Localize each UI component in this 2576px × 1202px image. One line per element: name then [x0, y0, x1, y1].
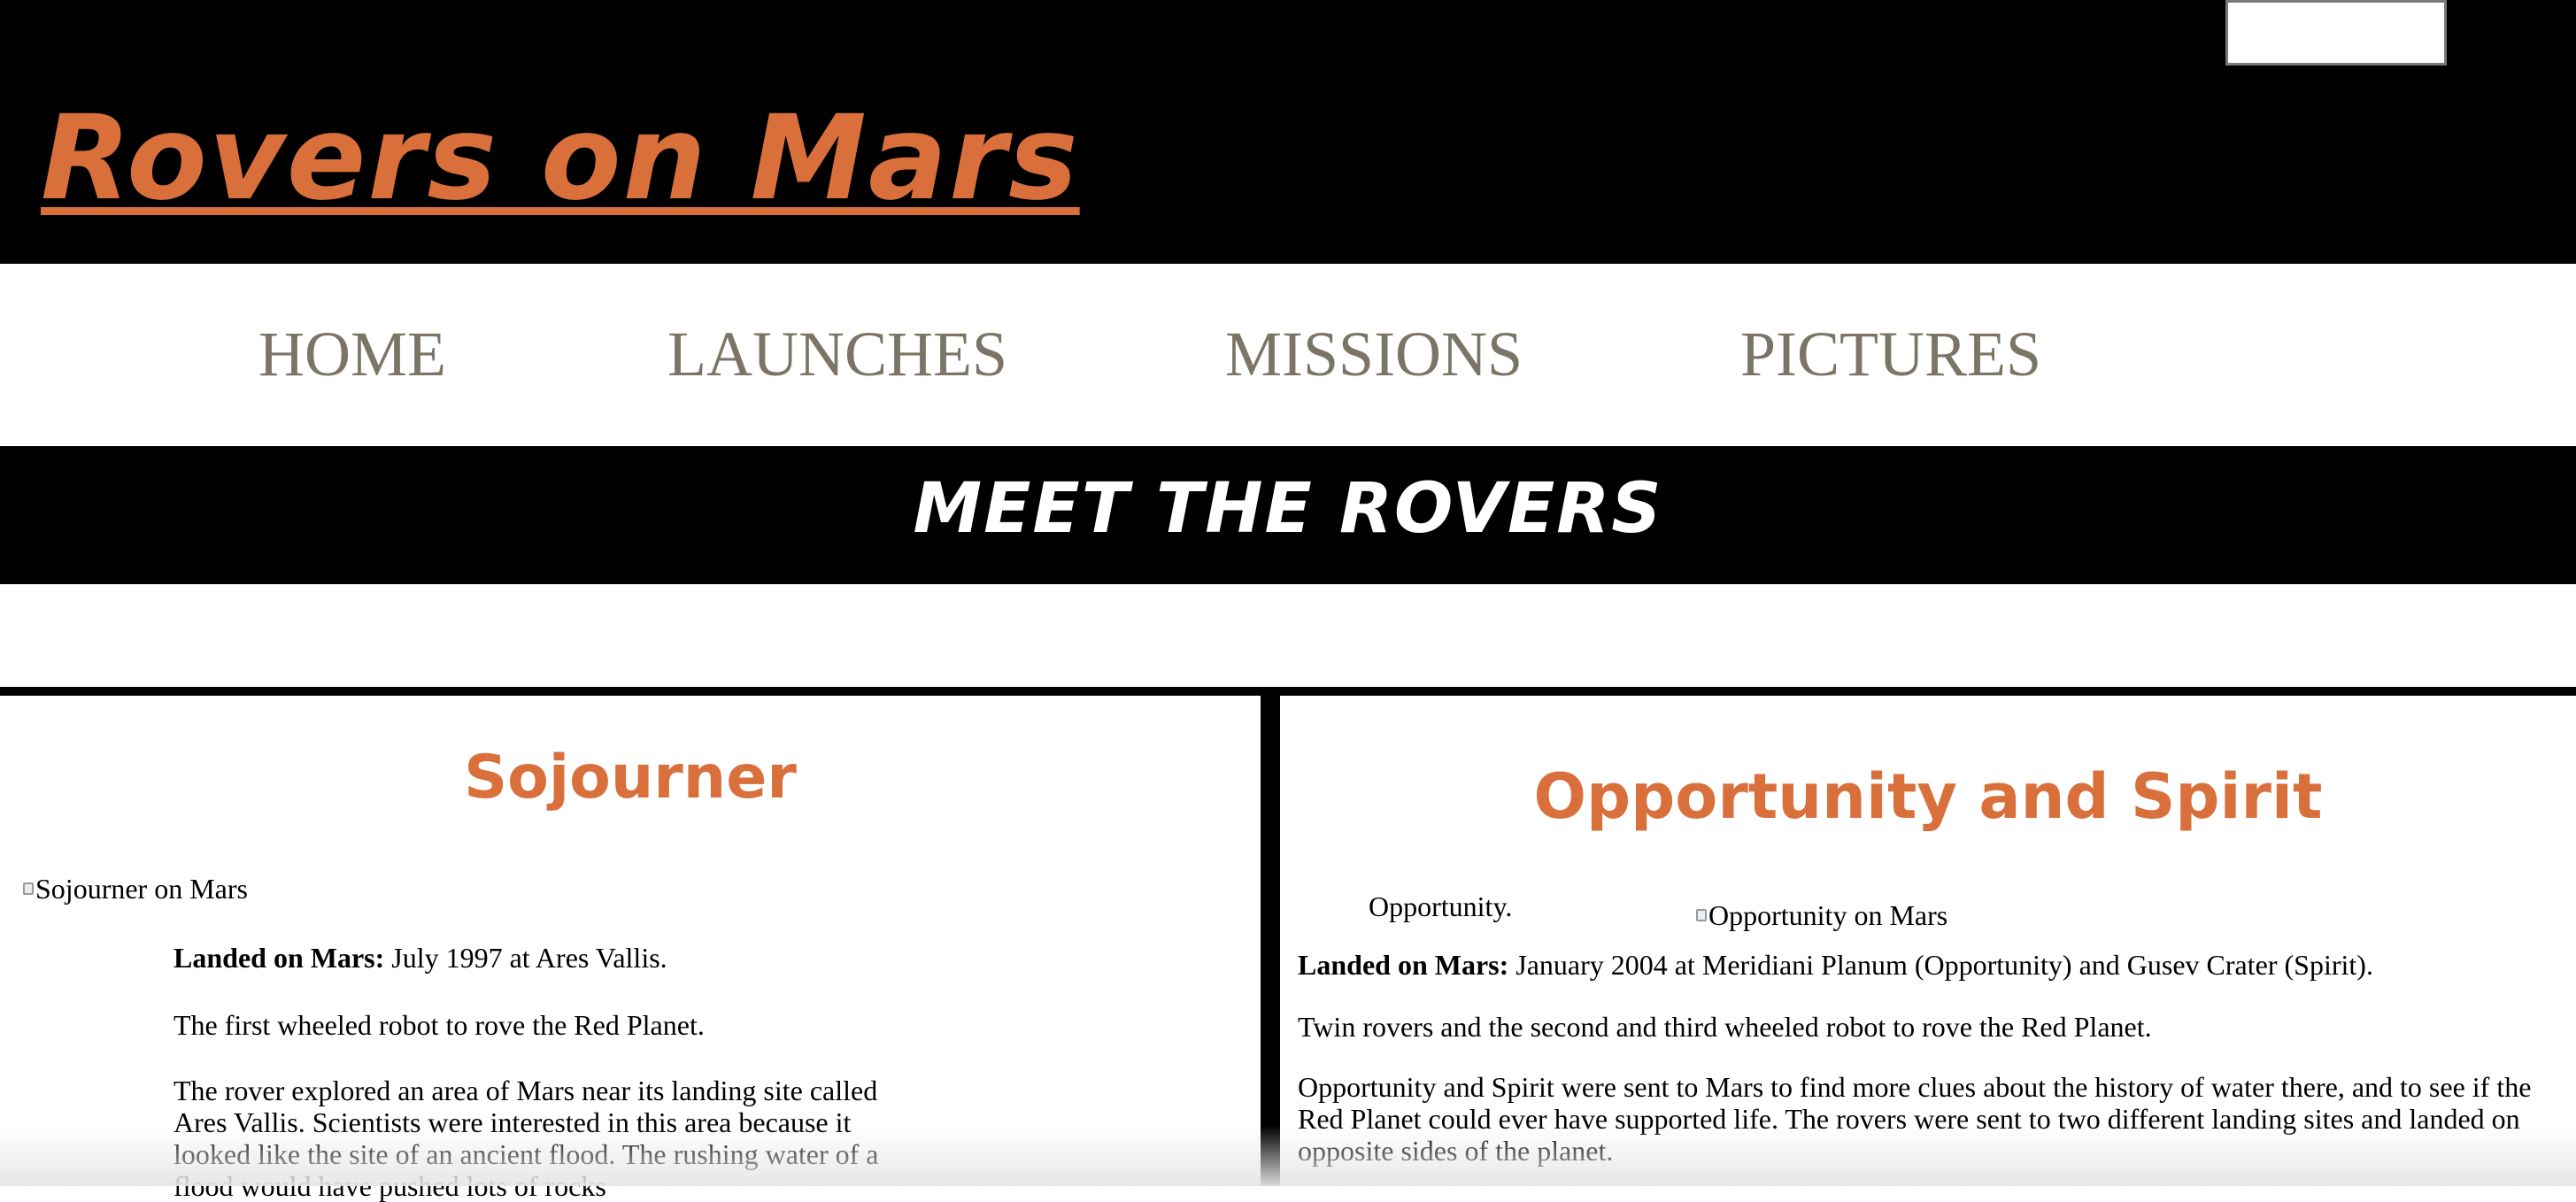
opportunity-caption: Opportunity. — [1369, 890, 1513, 922]
sojourner-fact: The first wheeled robot to rove the Red … — [174, 1009, 705, 1041]
sojourner-landed: Landed on Mars: July 1997 at Ares Vallis… — [174, 942, 1147, 974]
opportunity-spirit-landed-value: January 2004 at Meridiani Planum (Opport… — [1508, 949, 2373, 981]
section-divider-horizontal — [0, 687, 2576, 696]
header-search-box[interactable] — [2225, 0, 2447, 65]
nav-missions-link[interactable]: MISSIONS — [1225, 317, 1523, 391]
sojourner-landed-label: Landed on Mars: — [174, 942, 385, 974]
site-title-link[interactable]: Rovers on Mars — [41, 92, 1080, 225]
sojourner-heading: Sojourner — [464, 743, 797, 813]
nav-launches-link[interactable]: LAUNCHES — [667, 317, 1007, 391]
opportunity-spirit-fact: Twin rovers and the second and third whe… — [1298, 1011, 2152, 1043]
sojourner-landed-value: July 1997 at Ares Vallis. — [384, 942, 667, 974]
opportunity-spirit-landed-label: Landed on Mars: — [1298, 949, 1509, 981]
opportunity-image-alt: Opportunity on Mars — [1708, 899, 1948, 931]
nav-pictures-link[interactable]: PICTURES — [1740, 317, 2041, 391]
opportunity-image: Opportunity on Mars — [1696, 898, 1947, 933]
nav-home-link[interactable]: HOME — [258, 317, 446, 391]
sojourner-image: Sojourner on Mars — [23, 871, 248, 906]
section-divider-vertical — [1261, 696, 1280, 1186]
opportunity-spirit-description: Opportunity and Spirit were sent to Mars… — [1298, 1071, 2532, 1167]
page-title: MEET THE ROVERS — [913, 469, 1663, 549]
sojourner-image-alt: Sojourner on Mars — [35, 873, 248, 905]
broken-image-icon — [1696, 909, 1707, 921]
opportunity-spirit-heading: Opportunity and Spirit — [1533, 760, 2323, 833]
sojourner-description: The rover explored an area of Mars near … — [174, 1075, 879, 1202]
opportunity-spirit-landed: Landed on Mars: January 2004 at Meridian… — [1298, 949, 2555, 981]
broken-image-icon — [23, 882, 34, 895]
